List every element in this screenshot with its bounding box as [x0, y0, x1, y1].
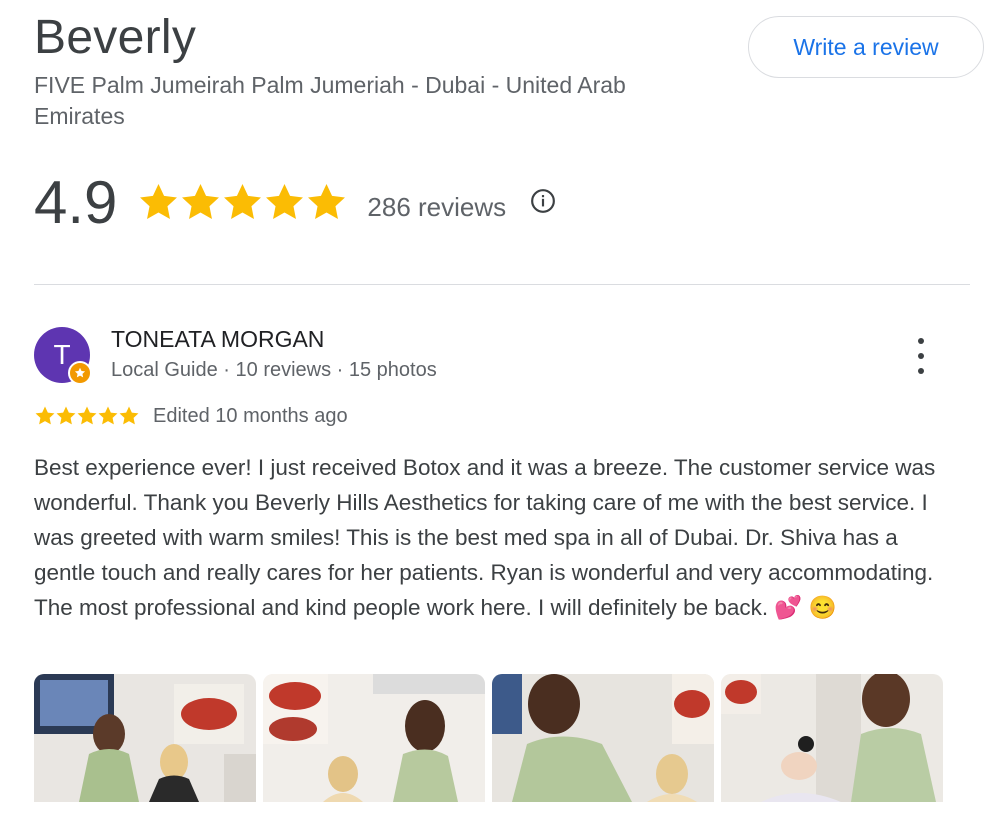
star-icon — [119, 406, 139, 425]
star-icon — [224, 183, 262, 219]
review-photo[interactable] — [263, 674, 485, 802]
star-icon — [140, 183, 178, 219]
divider — [34, 284, 970, 285]
rating-stars — [137, 181, 347, 224]
write-review-button[interactable]: Write a review — [748, 16, 984, 78]
info-icon[interactable] — [530, 188, 556, 214]
review-photo[interactable] — [34, 674, 256, 802]
review-count-link[interactable]: 286 reviews — [367, 192, 506, 223]
business-title: Beverly — [34, 11, 197, 64]
review-date: Edited 10 months ago — [153, 404, 348, 427]
more-options-icon[interactable] — [906, 338, 936, 374]
rating-summary: 4.9 286 reviews — [34, 165, 556, 239]
average-rating: 4.9 — [34, 168, 118, 236]
reviewer-meta: Local Guide · 10 reviews · 15 photos — [111, 359, 437, 381]
local-guide-badge-icon — [68, 361, 92, 385]
review-photo[interactable] — [721, 674, 943, 802]
review-photos — [34, 674, 943, 802]
star-icon — [35, 406, 55, 425]
reviewer-name[interactable]: TONEATA MORGAN — [111, 326, 324, 353]
review-rating-row: Edited 10 months ago — [34, 402, 348, 430]
star-icon — [56, 406, 76, 425]
star-icon — [266, 183, 304, 219]
review-text: Best experience ever! I just received Bo… — [34, 455, 936, 620]
star-icon — [182, 183, 220, 219]
review-photo[interactable] — [492, 674, 714, 802]
star-icon — [98, 406, 118, 425]
star-icon — [308, 183, 346, 219]
business-address: FIVE Palm Jumeirah Palm Jumeriah - Dubai… — [34, 72, 626, 129]
review-stars — [34, 405, 139, 427]
star-icon — [77, 406, 97, 425]
